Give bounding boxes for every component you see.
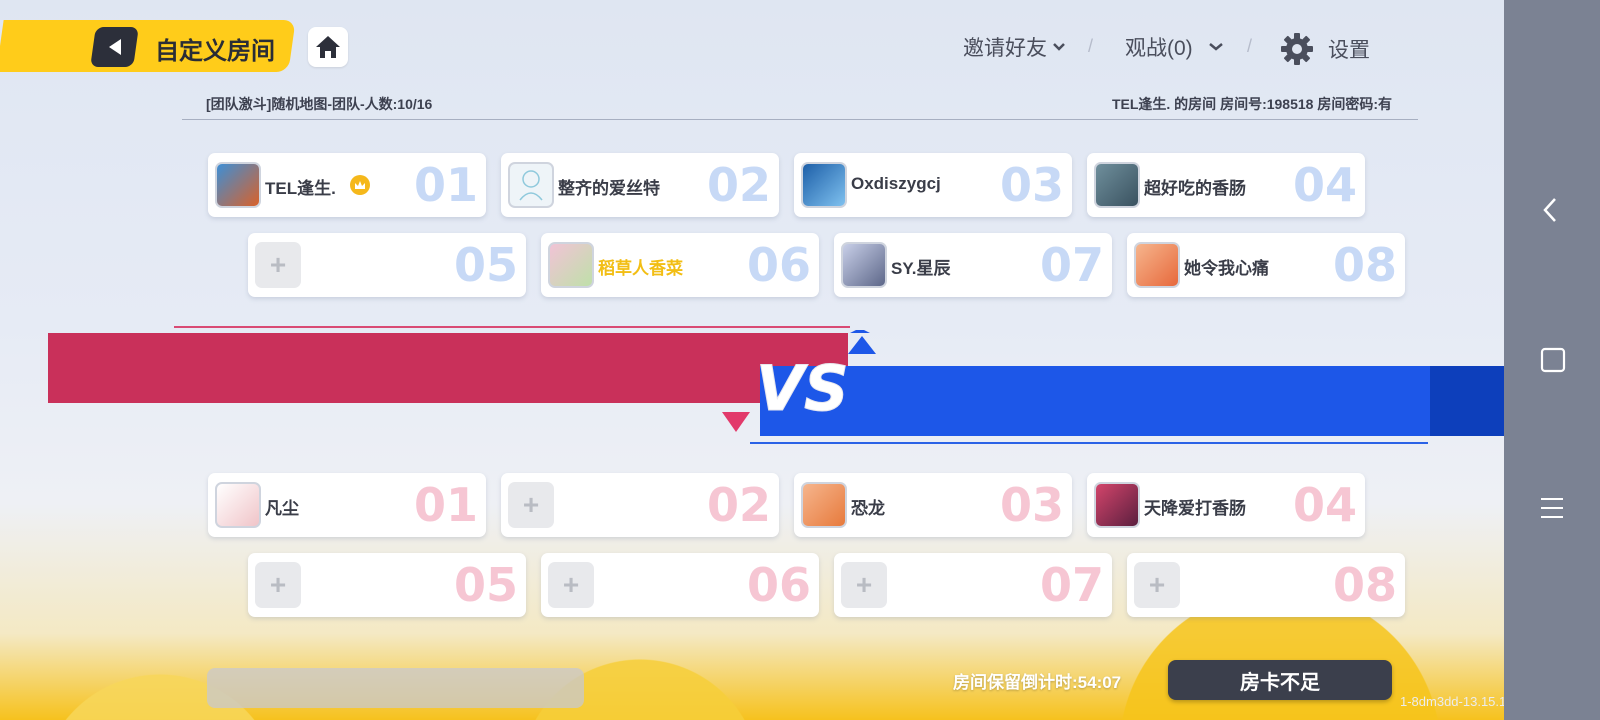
player-name-self: 稻草人香菜 [598,259,683,278]
blue-slot-01[interactable]: TEL逢生. 01 [208,153,486,217]
page-title: 自定义房间 [155,38,275,65]
avatar [215,162,261,208]
slot-number: 02 [706,158,771,212]
player-name: 天降爱打香肠 [1144,499,1246,518]
slot-number: 05 [453,558,518,612]
spectate-menu[interactable]: 观战(0) [1125,32,1223,62]
chevron-down-icon [1208,43,1223,51]
room-owner-info: TEL逢生. 的房间 房间号:198518 房间密码:有 [1111,96,1392,112]
nav-home-button[interactable] [1540,347,1566,373]
add-player-button[interactable]: + [1134,562,1180,608]
spectate-label: 观战(0) [1125,37,1193,60]
blue-slot-08[interactable]: 她令我心痛 08 [1127,233,1405,297]
gear-icon [1281,33,1313,65]
slot-number: 06 [746,558,811,612]
chat-input-bar[interactable] [207,668,584,708]
blue-slot-04[interactable]: 超好吃的香肠 04 [1087,153,1365,217]
nav-back-button[interactable] [1540,196,1560,224]
blue-slot-03[interactable]: Oxdiszygcj 03 [794,153,1072,217]
slot-number: 02 [706,478,771,532]
room-mode-info: [团队激斗]随机地图-团队-人数:10/16 [206,96,433,112]
avatar [841,242,887,288]
slot-number: 08 [1332,238,1397,292]
room-countdown: 房间保留倒计时:54:07 [953,673,1122,692]
slot-number: 07 [1039,238,1104,292]
vs-text: VS [756,352,849,425]
invite-friends-menu[interactable]: 邀请好友 [963,32,1065,62]
blue-slot-02[interactable]: 整齐的爱丝特 02 [501,153,779,217]
blue-slot-06[interactable]: 稻草人香菜 06 [541,233,819,297]
slot-number: 04 [1292,478,1357,532]
avatar [801,162,847,208]
slot-number: 05 [453,238,518,292]
player-name: TEL逢生. [265,179,336,198]
player-name: 整齐的爱丝特 [558,179,660,198]
red-slot-06[interactable]: + 06 [541,553,819,617]
red-team-line [174,326,850,328]
player-name: 恐龙 [851,499,885,518]
avatar [801,482,847,528]
player-name: 凡尘 [265,499,299,518]
back-button[interactable] [90,27,139,67]
nav-menu-button[interactable] [1540,497,1564,519]
room-card-button[interactable]: 房卡不足 [1168,660,1392,700]
red-slot-01[interactable]: 凡尘 01 [208,473,486,537]
chevron-down-icon [1053,43,1065,51]
player-name: Oxdiszygcj [851,174,941,193]
avatar [508,162,554,208]
add-player-button[interactable]: + [548,562,594,608]
invite-friends-label: 邀请好友 [963,37,1047,60]
slot-number: 08 [1332,558,1397,612]
settings-menu[interactable]: 设置 [1280,32,1370,66]
avatar [548,242,594,288]
slot-number: 01 [413,478,478,532]
slot-number: 07 [1039,558,1104,612]
back-arrow-icon [108,39,121,55]
vs-emblem: VS [722,330,876,432]
slot-number: 06 [746,238,811,292]
add-player-button[interactable]: + [255,242,301,288]
blue-slot-05[interactable]: + 05 [248,233,526,297]
player-name: SY.星辰 [891,259,951,278]
menu-separator: / [1088,36,1094,56]
slot-number: 03 [999,478,1064,532]
nav-home-icon [1540,347,1566,373]
blue-team-line [750,442,1428,444]
red-slot-04[interactable]: 天降爱打香肠 04 [1087,473,1365,537]
nav-menu-icon [1541,498,1563,518]
nav-back-icon [1543,198,1556,222]
info-divider [182,119,1418,120]
add-player-button[interactable]: + [255,562,301,608]
red-slot-07[interactable]: + 07 [834,553,1112,617]
avatar [1094,482,1140,528]
red-slot-02[interactable]: + 02 [501,473,779,537]
player-name: 超好吃的香肠 [1144,179,1246,198]
blue-slot-07[interactable]: SY.星辰 07 [834,233,1112,297]
red-slot-03[interactable]: 恐龙 03 [794,473,1072,537]
slot-number: 03 [999,158,1064,212]
avatar [1134,242,1180,288]
add-player-button[interactable]: + [841,562,887,608]
home-icon [316,36,340,58]
avatar [215,482,261,528]
player-name: 她令我心痛 [1184,259,1269,278]
settings-label: 设置 [1328,39,1370,62]
add-player-button[interactable]: + [508,482,554,528]
slot-number: 04 [1292,158,1357,212]
home-button[interactable] [308,27,348,67]
host-crown-icon [350,175,370,195]
avatar [1094,162,1140,208]
slot-number: 01 [413,158,478,212]
red-slot-05[interactable]: + 05 [248,553,526,617]
menu-separator: / [1247,36,1253,56]
red-slot-08[interactable]: + 08 [1127,553,1405,617]
